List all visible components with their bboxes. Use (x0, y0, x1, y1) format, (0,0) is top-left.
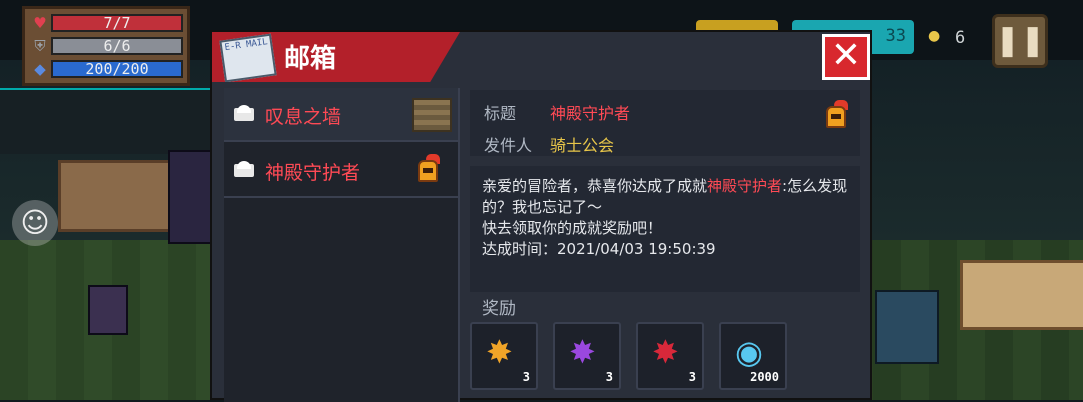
reward-item[interactable]: ✸ 3 (553, 322, 621, 390)
emote-button[interactable]: ☺ (12, 200, 58, 246)
sender-label: 发件人 (484, 136, 533, 155)
mail-item-wall-of-sighs[interactable]: 叹息之墙 (224, 88, 458, 142)
armor-bar: 6/6 (51, 37, 183, 55)
envelope-icon (234, 161, 254, 177)
subject-value: 神殿守护者 (550, 104, 631, 123)
dungeon-wall (0, 88, 210, 154)
mailbox-dialog: E-R MAIL 邮箱 ✕ 叹息之墙 神殿守护者 标题 神殿守护者 发件人 骑士… (210, 30, 872, 402)
sender-value: 骑士公会 (550, 136, 615, 155)
coin-icon: ● (928, 28, 941, 44)
energy-bar: 200/200 (51, 60, 183, 78)
mail-envelope-icon: E-R MAIL (219, 33, 277, 82)
pause-button[interactable]: ❚❚ (992, 14, 1048, 68)
body-line1-pre: 亲爱的冒险者，恭喜你达成了成就 (482, 177, 708, 195)
reward-count: 3 (522, 370, 530, 384)
red-material-icon: ✸ (652, 333, 679, 371)
orange-material-icon: ✸ (486, 333, 513, 371)
reward-item[interactable]: ✸ 3 (470, 322, 538, 390)
reward-item[interactable]: ✸ 3 (636, 322, 704, 390)
npc-pet (88, 285, 128, 335)
shop-table (58, 160, 184, 232)
reward-title: 奖励 (482, 299, 516, 319)
purple-material-icon: ✸ (569, 333, 596, 371)
mail-header-box: 标题 神殿守护者 发件人 骑士公会 (470, 90, 860, 156)
reward-count: 3 (605, 370, 613, 384)
shield-icon: ⛨ (34, 37, 46, 55)
mail-item-label: 神殿守护者 (265, 162, 361, 184)
wall-achievement-icon (412, 98, 452, 132)
body-line2: 快去领取你的成就奖励吧！ (482, 219, 663, 237)
mail-list: 叹息之墙 神殿守护者 (224, 88, 460, 402)
weapon-table (960, 260, 1083, 330)
mailbox-header: E-R MAIL 邮箱 (212, 32, 460, 82)
mail-body-box: 亲爱的冒险者，恭喜你达成了成就神殿守护者:怎么发现的？我也忘记了～ 快去领取你的… (470, 166, 860, 292)
hp-bar: 7/7 (51, 14, 183, 32)
reward-count: 2000 (750, 370, 779, 384)
energy-icon: ◆ (34, 60, 46, 78)
npc-witch[interactable] (168, 150, 212, 244)
blue-counter-value: 33 (885, 26, 906, 46)
knight-avatar-icon (820, 100, 850, 132)
body-highlight: 神殿守护者 (707, 177, 783, 195)
mail-body-text: 亲爱的冒险者，恭喜你达成了成就神殿守护者:怎么发现的？我也忘记了～ 快去领取你的… (482, 176, 852, 260)
knight-achievement-icon (412, 154, 452, 188)
close-icon: ✕ (830, 35, 862, 76)
heart-icon: ♥ (33, 14, 47, 32)
coin-count: 6 (955, 28, 966, 48)
body-achieved-time: 达成时间：2021/04/03 19:50:39 (482, 240, 716, 258)
mail-item-temple-guardian[interactable]: 神殿守护者 (224, 144, 458, 198)
vending-machine (875, 290, 939, 364)
reward-count: 3 (688, 370, 696, 384)
mail-item-label: 叹息之墙 (265, 106, 342, 128)
player-stats-panel: ♥ 7/7 ⛨ 6/6 ◆ 200/200 (22, 6, 190, 86)
blue-gem-icon: ◉ (735, 333, 763, 371)
reward-item[interactable]: ◉ 2000 (719, 322, 787, 390)
envelope-icon (234, 105, 254, 121)
subject-label: 标题 (484, 104, 517, 123)
mailbox-title: 邮箱 (284, 44, 337, 74)
close-button[interactable]: ✕ (822, 34, 870, 80)
